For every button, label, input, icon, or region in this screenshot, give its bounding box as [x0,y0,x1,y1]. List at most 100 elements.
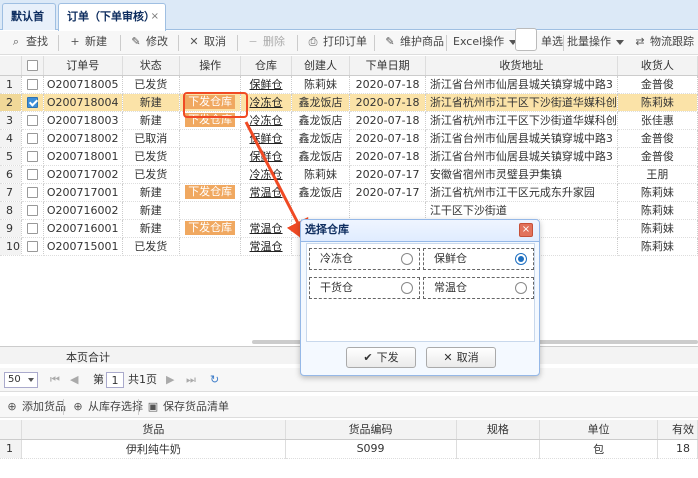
status-cell[interactable]: 新建 [122,111,180,130]
address-cell[interactable]: 浙江省杭州市江干区下沙街道华媒科创 [425,93,618,112]
address-cell[interactable]: 浙江省台州市仙居县城关镇穿城中路3 [425,75,618,94]
radio-button[interactable] [515,253,527,265]
checkbox[interactable] [27,205,39,216]
creator-cell[interactable] [291,201,351,220]
warehouse-option-frozen[interactable]: 冷冻仓 [309,248,420,270]
warehouse-link[interactable]: 保鲜仓 [250,78,283,91]
prev-page-icon[interactable]: ◀ [70,372,78,388]
edit-button[interactable]: ✎ 修改 [130,31,168,54]
receiver-cell[interactable]: 金普俊 [617,147,698,166]
warehouse-cell[interactable]: 保鲜仓 [240,129,292,148]
logistics-track-button[interactable]: ⇄ 物流跟踪 [634,31,694,54]
column-header[interactable]: 收货人 [617,56,698,76]
row-checkbox[interactable] [21,111,44,130]
column-header[interactable]: 订单号 [43,56,123,76]
operation-cell[interactable] [179,237,242,256]
warehouse-option-fresh[interactable]: 保鲜仓 [423,248,534,270]
receiver-cell[interactable]: 陈莉妹 [617,219,698,238]
column-header[interactable]: 规格 [456,420,541,440]
tab-order-review[interactable]: 订单（下单审核） × [58,3,166,31]
search-button[interactable]: ⌕ 查找 [10,31,48,54]
warehouse-link[interactable]: 冷冻仓 [250,168,283,181]
column-header[interactable]: 仓库 [240,56,292,76]
order-number-cell[interactable]: O200718004 [43,93,123,112]
order-date-cell[interactable]: 2020-07-18 [349,147,426,166]
status-cell[interactable]: 已发货 [122,165,180,184]
warehouse-cell[interactable] [240,201,292,220]
warehouse-cell[interactable]: 冷冻仓 [240,93,292,112]
checkbox[interactable] [27,241,39,252]
dispatch-warehouse-link[interactable]: 下发仓库 [185,185,236,199]
order-date-cell[interactable]: 2020-07-18 [349,129,426,148]
blank-toggle-button[interactable] [515,28,537,51]
warehouse-cell[interactable]: 常温仓 [240,183,292,202]
unit-cell[interactable]: 包 [539,439,659,459]
operation-cell[interactable]: 下发仓库 [179,219,242,238]
dispatch-warehouse-link[interactable]: 下发仓库 [185,221,236,235]
order-number-cell[interactable]: O200718003 [43,111,123,130]
operation-cell[interactable] [179,129,242,148]
receiver-cell[interactable]: 陈莉妹 [617,93,698,112]
warehouse-link[interactable]: 冷冻仓 [250,96,283,109]
warehouse-link[interactable]: 常温仓 [250,222,283,235]
dispatch-button[interactable]: ✔ 下发 [346,347,416,368]
order-date-cell[interactable] [349,201,426,220]
receiver-cell[interactable]: 张佳惠 [617,111,698,130]
refresh-icon[interactable]: ↻ [210,372,219,388]
single-select-button[interactable]: 单选 [541,31,563,54]
print-order-button[interactable]: ⎙ 打印订单 [307,31,367,54]
checkbox[interactable] [27,60,39,72]
column-header[interactable]: 有效 [657,420,698,440]
radio-button[interactable] [401,282,413,294]
warehouse-cell[interactable]: 常温仓 [240,219,292,238]
creator-cell[interactable]: 鑫龙饭店 [291,93,351,112]
checkbox[interactable] [27,169,39,180]
receiver-cell[interactable]: 金普俊 [617,129,698,148]
address-cell[interactable]: 安徽省宿州市灵璧县尹集镇 [425,165,618,184]
checkbox[interactable] [27,97,39,108]
operation-cell[interactable] [179,75,242,94]
warehouse-cell[interactable]: 常温仓 [240,237,292,256]
operation-cell[interactable] [179,201,242,220]
column-header[interactable]: 状态 [122,56,180,76]
tab-home[interactable]: 默认首页 [2,3,56,48]
order-number-cell[interactable]: O200718002 [43,129,123,148]
order-number-cell[interactable]: O200717001 [43,183,123,202]
warehouse-option-ambient[interactable]: 常温仓 [423,277,534,299]
first-page-icon[interactable]: ⏮ [50,372,60,388]
add-button[interactable]: + 新建 [69,31,107,54]
checkbox[interactable] [27,223,39,234]
table-row[interactable]: 1 伊利纯牛奶 S099 包 18 [0,439,698,459]
table-row[interactable]: 2 O200718004 新建 下发仓库 冷冻仓 鑫龙饭店 2020-07-18 浙江省杭州市… [0,93,698,112]
address-cell[interactable]: 浙江省杭州市江干区元成东升家园 [425,183,618,202]
maintain-goods-button[interactable]: ✎ 维护商品 [384,31,444,54]
status-cell[interactable]: 已发货 [122,75,180,94]
column-header[interactable]: 收货地址 [425,56,618,76]
radio-button[interactable] [515,282,527,294]
save-goods-list-button[interactable]: ▣ 保存货品清单 [147,396,229,417]
cancel-button[interactable]: ✕ 取消 [188,31,226,54]
table-row[interactable]: 7 O200717001 新建 下发仓库 常温仓 鑫龙饭店 2020-07-17 浙江省杭州市… [0,183,698,202]
goods-cell[interactable]: 伊利纯牛奶 [21,439,286,459]
table-row[interactable]: 3 O200718003 新建 下发仓库 冷冻仓 鑫龙饭店 2020-07-18 浙江省杭州市… [0,111,698,130]
operation-cell[interactable]: 下发仓库 [179,183,242,202]
order-date-cell[interactable]: 2020-07-17 [349,165,426,184]
order-number-cell[interactable]: O200718001 [43,147,123,166]
row-checkbox[interactable] [21,129,44,148]
warehouse-cell[interactable]: 冷冻仓 [240,165,292,184]
column-header[interactable]: 单位 [539,420,659,440]
row-checkbox[interactable] [21,93,44,112]
row-checkbox[interactable] [21,219,44,238]
warehouse-link[interactable]: 保鲜仓 [250,150,283,163]
status-cell[interactable]: 新建 [122,201,180,220]
dialog-cancel-button[interactable]: ✕ 取消 [426,347,496,368]
excel-menu-button[interactable]: Excel操作 [453,31,518,54]
order-date-cell[interactable]: 2020-07-18 [349,111,426,130]
select-from-stock-button[interactable]: ⊕ 从库存选择 [72,396,143,417]
creator-cell[interactable]: 鑫龙饭店 [291,147,351,166]
order-date-cell[interactable]: 2020-07-18 [349,75,426,94]
checkbox[interactable] [27,151,39,162]
add-goods-button[interactable]: ⊕ 添加货品 [6,396,66,417]
receiver-cell[interactable]: 陈莉妹 [617,201,698,220]
status-cell[interactable]: 已发货 [122,147,180,166]
